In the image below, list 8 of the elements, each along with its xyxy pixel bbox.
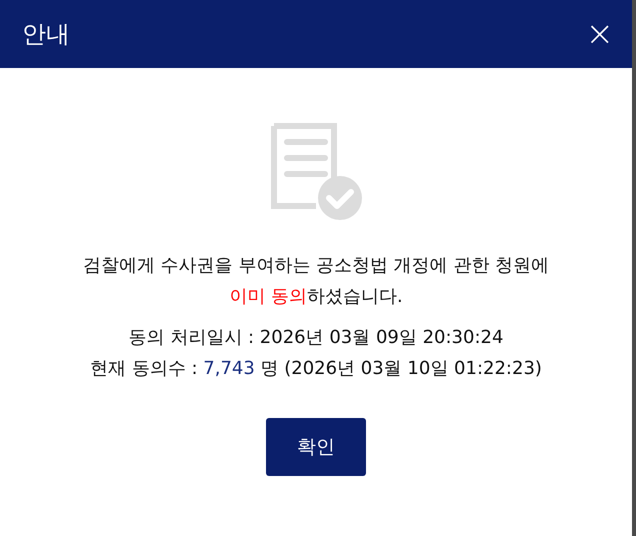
close-button[interactable]: × [586,17,614,51]
message-text: 검찰에게 수사권을 부여하는 공소청법 개정에 관한 청원에 [82,254,550,278]
confirm-button[interactable]: 확인 [266,418,366,476]
detail-text: 현재 동의수 : 7,743 명 (2026년 03월 10일 01:22:23) [90,357,542,381]
message-text: 이미 동의하셨습니다. [229,285,403,309]
dialog-title: 안내 [22,19,70,50]
detail-text: 동의 처리일시 : 2026년 03월 09일 20:30:24 [128,326,504,350]
document-check-icon [270,122,362,220]
